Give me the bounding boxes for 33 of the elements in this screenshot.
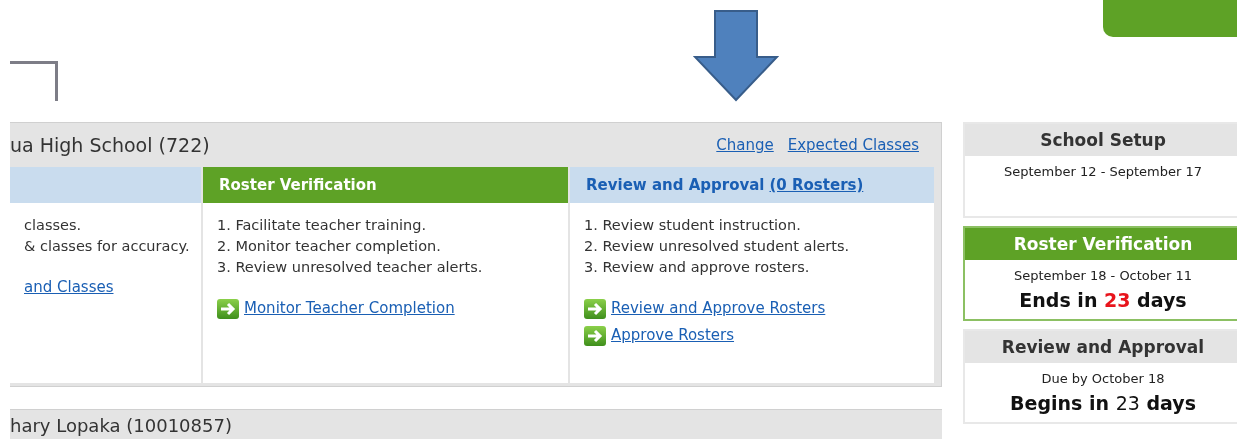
action-button[interactable] bbox=[1103, 0, 1237, 37]
step-instruction: 3. Review and approve rosters. bbox=[584, 258, 811, 277]
corner-bracket-icon bbox=[10, 61, 58, 101]
step-instruction: 2. Review unresolved student alerts. bbox=[584, 237, 851, 256]
date-range: September 12 - September 17 bbox=[1003, 163, 1203, 181]
date-range: September 18 - October 11 bbox=[1012, 267, 1194, 285]
header-link[interactable]: Expected Classes bbox=[787, 133, 919, 157]
countdown-text: Ends in 23 days bbox=[1018, 287, 1188, 313]
rosters-link[interactable]: (0 Rosters) bbox=[769, 173, 864, 197]
action-link[interactable]: and Classes bbox=[24, 277, 114, 298]
step-instruction: 1. Review student instruction. bbox=[584, 216, 802, 235]
card-title: School Setup bbox=[965, 124, 1237, 156]
step-instruction: 3. Review unresolved teacher alerts. bbox=[217, 258, 484, 277]
header-link[interactable]: Change bbox=[716, 133, 774, 157]
arrow-right-icon bbox=[217, 298, 239, 319]
teacher-title: hary Lopaka (10010857) bbox=[10, 415, 232, 436]
card-title: Review and Approval bbox=[965, 331, 1237, 363]
action-link[interactable]: Monitor Teacher Completion bbox=[244, 298, 455, 319]
countdown-text: Begins in 23 days bbox=[1009, 390, 1197, 416]
action-link[interactable]: Approve Rosters bbox=[611, 325, 735, 346]
date-range: Due by October 18 bbox=[1040, 370, 1166, 388]
card-title: Roster Verification bbox=[965, 228, 1237, 260]
arrow-right-icon bbox=[584, 325, 606, 346]
step-instruction: & classes for accuracy. bbox=[24, 237, 187, 256]
school-title: ua High School (722) bbox=[10, 135, 210, 155]
down-arrow-icon bbox=[693, 10, 779, 102]
step-instruction: 2. Monitor teacher completion. bbox=[217, 237, 442, 256]
step-instruction: 1. Facilitate teacher training. bbox=[217, 216, 428, 235]
step-title: Review and Approval bbox=[586, 174, 765, 196]
arrow-right-icon bbox=[584, 298, 606, 319]
step-instruction: classes. bbox=[24, 216, 83, 235]
step-title: Roster Verification bbox=[219, 174, 377, 196]
action-link[interactable]: Review and Approve Rosters bbox=[611, 298, 826, 319]
